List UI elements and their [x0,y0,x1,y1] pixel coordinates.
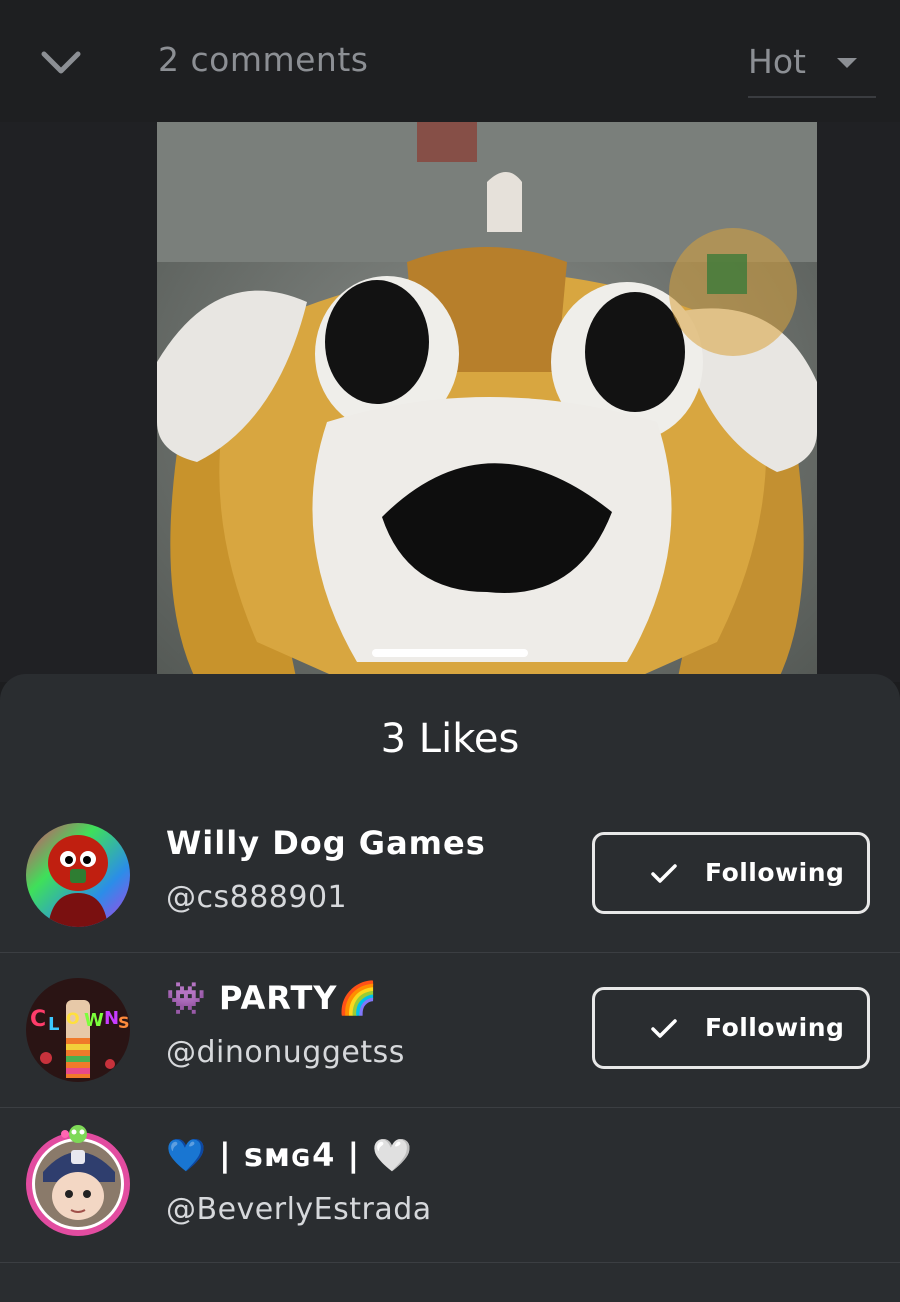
sheet-drag-handle[interactable] [372,649,528,657]
name-emoji: 🤍 [372,1136,414,1174]
svg-text:S: S [118,1013,130,1032]
like-user-row[interactable]: 💙 | sᴍɢ4 | 🤍 @BeverlyEstrada [0,1108,900,1263]
user-name-text: PARTY [218,979,338,1017]
user-name-text: Willy Dog Games [166,824,486,862]
svg-text:C: C [30,1007,46,1032]
user-handle: @BeverlyEstrada [166,1192,432,1227]
post-media[interactable] [157,122,817,682]
plush-dog-image [157,122,817,682]
avatar[interactable] [26,823,130,927]
likes-title: 3 Likes [380,716,520,762]
svg-text:L: L [48,1014,59,1035]
following-label: Following [705,1013,845,1042]
svg-text:N: N [104,1008,119,1029]
user-display-name: 👾 PARTY🌈 [166,979,378,1017]
sort-dropdown[interactable]: Hot [748,38,876,98]
avatar-image [26,823,130,927]
like-user-row[interactable]: C L O W N S 👾 PARTY🌈 @dinonuggetss Follo… [0,953,900,1108]
check-icon [651,1019,677,1038]
avatar[interactable]: C L O W N S [26,978,130,1082]
name-emoji: 💙 [166,1136,207,1174]
comments-header: 2 comments Hot [0,0,900,122]
caret-down-icon [837,58,857,68]
user-display-name: Willy Dog Games [166,824,486,862]
user-handle: @cs888901 [166,880,348,915]
like-user-row[interactable]: Willy Dog Games @cs888901 Following [0,798,900,953]
user-display-name: 💙 | sᴍɢ4 | 🤍 [166,1136,413,1174]
avatar-image: C L O W N S [26,978,130,1082]
following-button[interactable]: Following [592,832,870,914]
following-label: Following [705,858,845,887]
svg-text:O: O [66,1009,80,1028]
name-emoji: 🌈 [337,979,379,1017]
sort-selected-label: Hot [748,42,806,81]
likes-sheet: 3 Likes Willy Dog Games @cs888901 Follow… [0,674,900,1302]
name-emoji: 👾 [166,979,207,1017]
check-icon [651,864,677,883]
svg-text:W: W [84,1010,104,1031]
avatar-image [26,1125,130,1236]
comments-count: 2 comments [158,40,369,79]
user-handle: @dinonuggetss [166,1035,405,1070]
user-name-text: | sᴍɢ4 | [206,1136,373,1174]
chevron-down-icon[interactable] [38,42,84,82]
avatar[interactable] [23,1122,133,1238]
following-button[interactable]: Following [592,987,870,1069]
